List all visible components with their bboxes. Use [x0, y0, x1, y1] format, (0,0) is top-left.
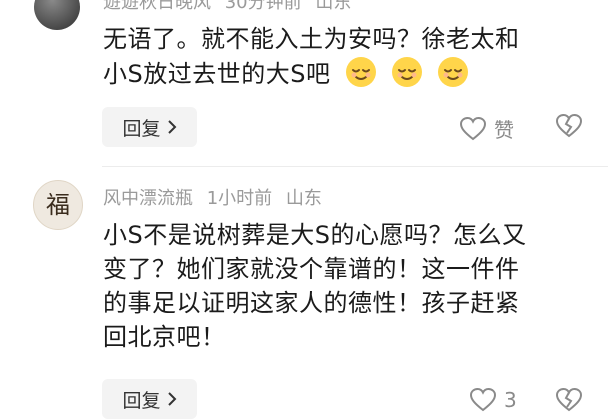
- avatar[interactable]: 福: [33, 180, 83, 230]
- like-count: 3: [504, 388, 517, 412]
- comment-line-with-emoji: 小S放过去世的大S吧: [103, 56, 520, 91]
- like-button[interactable]: 赞: [460, 114, 514, 143]
- username[interactable]: 遊遊秋日晚风: [103, 0, 211, 13]
- timestamp: 30分钟前: [224, 0, 302, 13]
- reply-button[interactable]: 回复: [102, 379, 197, 419]
- relieved-face-icon: [391, 57, 422, 87]
- comment-meta: 风中漂流瓶 1小时前 山东: [103, 184, 322, 210]
- comment-line: 小S放过去世的大S吧: [103, 60, 331, 88]
- location: 山东: [285, 188, 322, 209]
- comment-meta: 遊遊秋日晚风 30分钟前 山东: [103, 0, 351, 14]
- like-button[interactable]: 3: [470, 388, 517, 412]
- comment-text: 无语了。就不能入土为安吗？徐老太和 小S放过去世的大S吧: [103, 22, 520, 91]
- avatar[interactable]: [34, 0, 80, 30]
- comment-line: 小S不是说树葬是大S的心愿吗？怎么又: [103, 221, 527, 249]
- divider: [102, 166, 608, 167]
- reply-label: 回复: [122, 389, 161, 412]
- avatar-calligraphy: 福: [46, 191, 70, 219]
- dislike-button[interactable]: [555, 387, 583, 416]
- heart-outline-icon: [460, 116, 486, 140]
- reply-button[interactable]: 回复: [102, 107, 197, 147]
- comment-line: 回北京吧！: [103, 323, 226, 351]
- reply-label: 回复: [122, 117, 161, 140]
- relieved-face-icon: [437, 57, 468, 87]
- broken-heart-icon: [555, 387, 583, 412]
- comment-line: 变了？她们家就没个靠谱的！这一件件: [103, 255, 520, 283]
- username[interactable]: 风中漂流瓶: [103, 188, 193, 209]
- comment-text: 小S不是说树葬是大S的心愿吗？怎么又 变了？她们家就没个靠谱的！这一件件 的事足…: [103, 218, 526, 354]
- dislike-button[interactable]: [555, 113, 583, 142]
- location: 山东: [315, 0, 352, 13]
- like-label: 赞: [494, 118, 514, 142]
- chevron-right-icon: [167, 120, 176, 134]
- relieved-face-icon: [345, 57, 376, 87]
- chevron-right-icon: [167, 392, 176, 406]
- broken-heart-icon: [555, 113, 583, 138]
- comment-line: 的事足以证明这家人的德性！孩子赶紧: [103, 289, 520, 317]
- timestamp: 1小时前: [206, 188, 273, 209]
- comment-line: 无语了。就不能入土为安吗？徐老太和: [103, 25, 520, 53]
- heart-outline-icon: [470, 388, 496, 412]
